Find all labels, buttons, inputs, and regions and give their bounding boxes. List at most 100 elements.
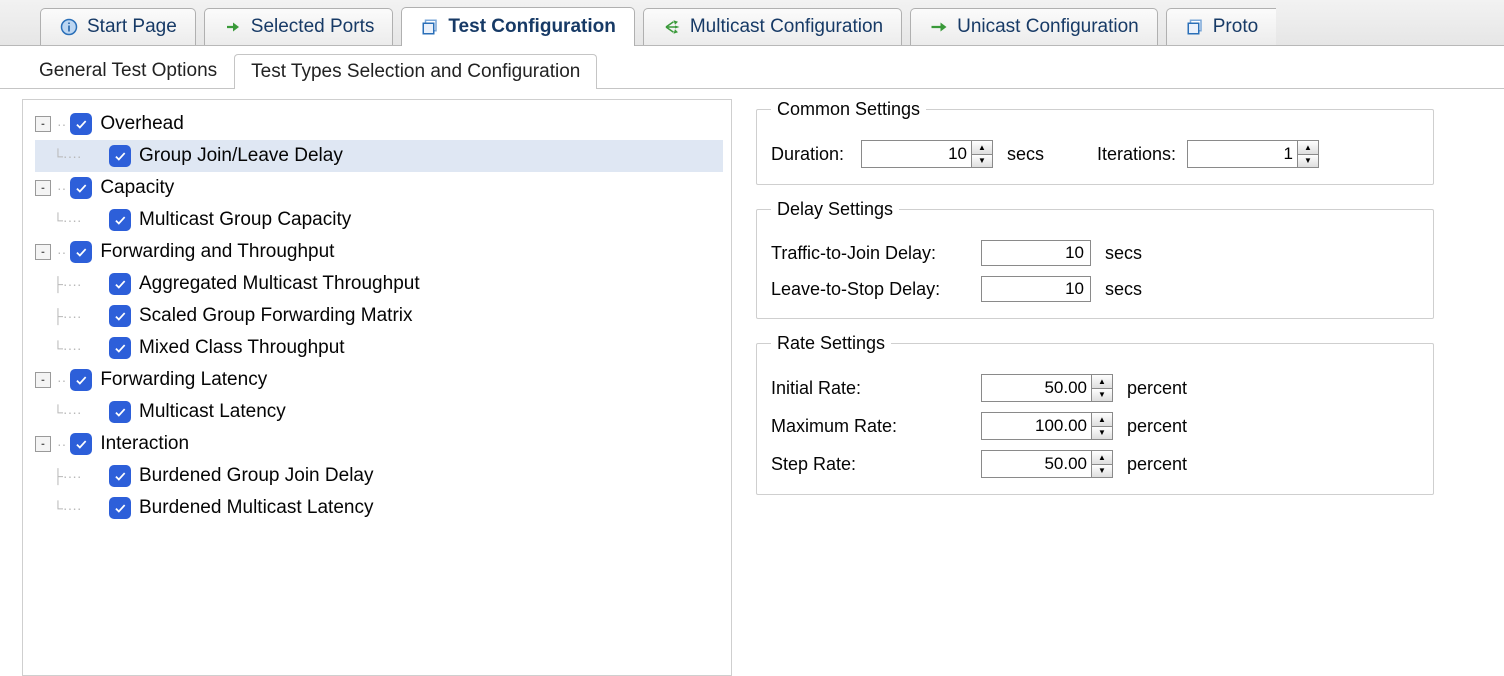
tab-label: Test Configuration [448,16,615,38]
initial-rate-input[interactable] [981,374,1091,402]
step-rate-input[interactable] [981,450,1091,478]
tree-expander[interactable]: - [35,180,51,196]
subtab-test-types[interactable]: Test Types Selection and Configuration [234,54,597,89]
tab-protocol[interactable]: Proto [1166,8,1276,45]
tree-node[interactable]: └···· Group Join/Leave Delay [35,140,723,172]
tree-node-label: Group Join/Leave Delay [139,145,343,167]
tree-checkbox[interactable] [109,465,131,487]
tree-node[interactable]: -·· Forwarding and Throughput [35,236,723,268]
tree-expander[interactable]: - [35,372,51,388]
tab-label: Multicast Configuration [690,16,883,38]
spinner-buttons: ▲ ▼ [971,140,993,168]
group-legend: Common Settings [771,99,926,120]
spin-down-button[interactable]: ▼ [1092,464,1112,477]
tree-checkbox[interactable] [109,497,131,519]
tree-checkbox[interactable] [109,337,131,359]
tree-node[interactable]: -··Interaction [35,428,723,460]
iterations-input[interactable] [1187,140,1297,168]
tree-checkbox[interactable] [109,305,131,327]
tab-label: Selected Ports [251,16,375,38]
iterations-spinner[interactable]: ▲ ▼ [1187,140,1319,168]
tree-node[interactable]: ├····Burdened Group Join Delay [35,460,723,492]
traffic-to-join-label: Traffic-to-Join Delay: [771,243,981,264]
tree-checkbox[interactable] [109,273,131,295]
common-settings-group: Common Settings Duration: ▲ ▼ secs Itera… [756,99,1434,185]
tree-node-label: Scaled Group Forwarding Matrix [139,305,413,327]
leave-to-stop-label: Leave-to-Stop Delay: [771,279,981,300]
tree-checkbox[interactable] [70,113,92,135]
spin-up-button[interactable]: ▲ [972,141,992,154]
tree-connector: └···· [53,148,105,164]
tab-selected-ports[interactable]: Selected Ports [204,8,394,45]
tab-multicast-configuration[interactable]: Multicast Configuration [643,8,902,45]
tree-node[interactable]: -··Overhead [35,108,723,140]
spin-down-button[interactable]: ▼ [1092,426,1112,439]
tree-node[interactable]: └····Multicast Group Capacity [35,204,723,236]
test-tree: -··Overhead└····Group Join/Leave Delay-·… [23,100,731,532]
tree-node[interactable]: └···· Multicast Latency [35,396,723,428]
tree-node-label: Overhead [100,113,183,135]
tree-expander[interactable]: - [35,244,51,260]
tree-checkbox[interactable] [109,209,131,231]
spinner-buttons: ▲ ▼ [1091,450,1113,478]
tab-label: Proto [1213,16,1258,38]
spread-arrows-icon [662,17,682,37]
tree-node[interactable]: ├····Aggregated Multicast Throughput [35,268,723,300]
tree-node-label: Multicast Latency [139,401,286,423]
initial-rate-spinner[interactable]: ▲ ▼ [981,374,1113,402]
leave-to-stop-input[interactable] [981,276,1091,302]
tree-checkbox[interactable] [70,433,92,455]
spin-up-button[interactable]: ▲ [1092,375,1112,388]
spin-down-button[interactable]: ▼ [1298,154,1318,167]
tree-connector: ·· [57,436,66,452]
tree-connector: ·· [57,372,66,388]
tree-connector: ·· [57,180,66,196]
tree-node-label: Burdened Group Join Delay [139,465,373,487]
tab-test-configuration[interactable]: Test Configuration [401,7,634,46]
maximum-rate-spinner[interactable]: ▲ ▼ [981,412,1113,440]
tab-label: Unicast Configuration [957,16,1139,38]
tree-checkbox[interactable] [109,401,131,423]
info-icon [59,17,79,37]
document-tab-bar: Start Page Selected Ports Test Configura… [0,0,1504,46]
tree-checkbox[interactable] [109,145,131,167]
tab-unicast-configuration[interactable]: Unicast Configuration [910,8,1158,45]
spin-up-button[interactable]: ▲ [1092,413,1112,426]
duration-unit: secs [1007,144,1097,165]
rate-settings-group: Rate Settings Initial Rate: ▲ ▼ percent … [756,333,1434,495]
maximum-rate-input[interactable] [981,412,1091,440]
tree-checkbox[interactable] [70,241,92,263]
ports-arrow-icon [223,17,243,37]
spin-down-button[interactable]: ▼ [1092,388,1112,401]
tree-connector: └···· [53,404,105,420]
duration-input[interactable] [861,140,971,168]
tree-node[interactable]: ├····Scaled Group Forwarding Matrix [35,300,723,332]
spin-up-button[interactable]: ▲ [1298,141,1318,154]
tree-node[interactable]: └····Mixed Class Throughput [35,332,723,364]
subtab-general-options[interactable]: General Test Options [22,53,234,88]
spin-up-button[interactable]: ▲ [1092,451,1112,464]
initial-rate-label: Initial Rate: [771,378,981,399]
tab-start-page[interactable]: Start Page [40,8,196,45]
tree-connector: ·· [57,244,66,260]
step-rate-spinner[interactable]: ▲ ▼ [981,450,1113,478]
tree-node-label: Multicast Group Capacity [139,209,351,231]
tree-node[interactable]: └····Burdened Multicast Latency [35,492,723,524]
traffic-to-join-input[interactable] [981,240,1091,266]
tree-checkbox[interactable] [70,369,92,391]
settings-panel: Common Settings Duration: ▲ ▼ secs Itera… [746,99,1504,676]
stack-icon [1185,17,1205,37]
spin-down-button[interactable]: ▼ [972,154,992,167]
spinner-buttons: ▲ ▼ [1091,412,1113,440]
tree-node[interactable]: -··Forwarding Latency [35,364,723,396]
tree-checkbox[interactable] [70,177,92,199]
sub-tab-bar: General Test Options Test Types Selectio… [0,46,1504,89]
tree-expander[interactable]: - [35,436,51,452]
tree-node-label: Forwarding and Throughput [100,241,334,263]
tree-expander[interactable]: - [35,116,51,132]
duration-spinner[interactable]: ▲ ▼ [861,140,993,168]
stack-icon [420,17,440,37]
delay-settings-group: Delay Settings Traffic-to-Join Delay: se… [756,199,1434,319]
tree-connector: ├···· [53,276,105,292]
tree-node[interactable]: -··Capacity [35,172,723,204]
